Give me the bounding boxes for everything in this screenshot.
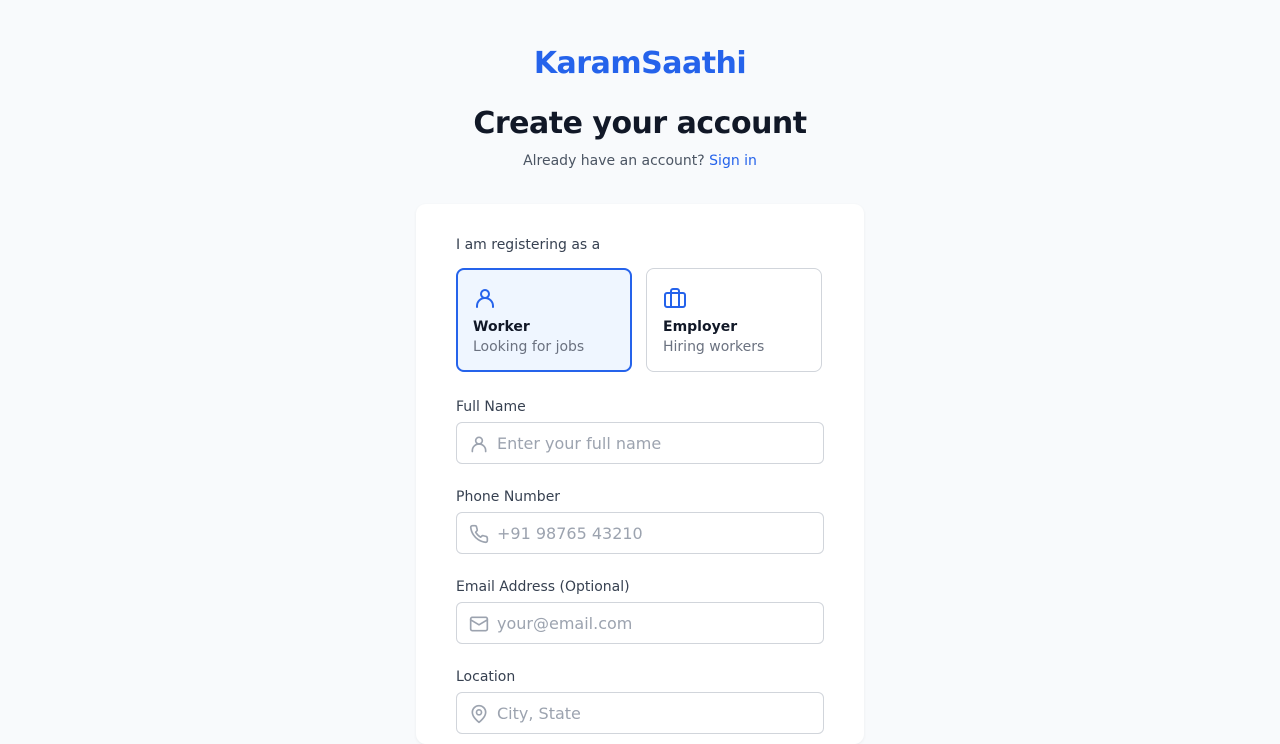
role-description: Looking for jobs bbox=[473, 339, 585, 355]
location-input[interactable] bbox=[497, 693, 813, 733]
email-label: Email Address (Optional) bbox=[456, 579, 630, 595]
email-input[interactable] bbox=[497, 603, 813, 643]
briefcase-icon bbox=[663, 286, 687, 310]
user-icon bbox=[473, 286, 497, 310]
registration-card: I am registering as a Worker Looking for… bbox=[416, 204, 864, 744]
mail-icon bbox=[469, 614, 489, 634]
user-icon bbox=[469, 434, 489, 454]
phone-icon bbox=[469, 524, 489, 544]
role-label: I am registering as a bbox=[456, 237, 601, 253]
role-title: Employer bbox=[663, 319, 738, 335]
page-title: Create your account bbox=[473, 106, 807, 141]
full-name-label: Full Name bbox=[456, 399, 526, 415]
brand-logo[interactable]: KaramSaathi bbox=[0, 46, 1280, 81]
role-title: Worker bbox=[473, 319, 530, 335]
location-field[interactable] bbox=[456, 692, 824, 734]
map-pin-icon bbox=[469, 704, 489, 724]
signin-prompt-text: Already have an account? bbox=[523, 153, 705, 169]
phone-input[interactable] bbox=[497, 513, 813, 553]
phone-field[interactable] bbox=[456, 512, 824, 554]
role-description: Hiring workers bbox=[663, 339, 765, 355]
full-name-input[interactable] bbox=[497, 423, 813, 463]
signin-prompt: Already have an account? Sign in bbox=[0, 153, 1280, 169]
role-option-worker[interactable]: Worker Looking for jobs bbox=[456, 268, 632, 372]
role-option-employer[interactable]: Employer Hiring workers bbox=[646, 268, 822, 372]
signin-link[interactable]: Sign in bbox=[709, 153, 757, 169]
location-label: Location bbox=[456, 669, 516, 685]
phone-label: Phone Number bbox=[456, 489, 561, 505]
email-field[interactable] bbox=[456, 602, 824, 644]
full-name-field[interactable] bbox=[456, 422, 824, 464]
